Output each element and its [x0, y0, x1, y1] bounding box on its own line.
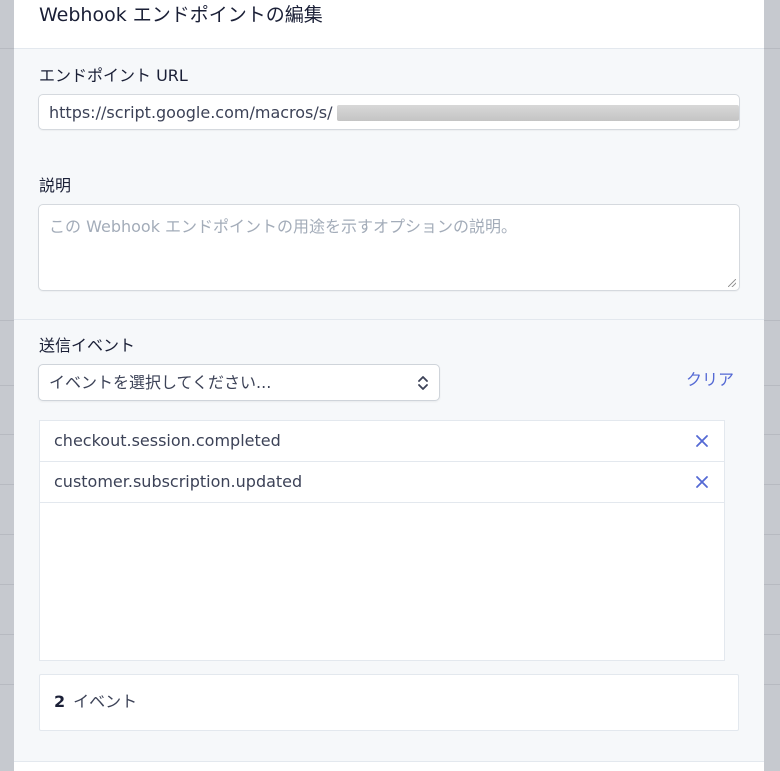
clear-events-button[interactable]: クリア [686, 366, 734, 390]
event-row: customer.subscription.updated [40, 462, 724, 503]
description-placeholder: この Webhook エンドポイントの用途を示すオプションの説明。 [49, 217, 518, 236]
event-select-placeholder: イベントを選択してください... [49, 373, 272, 392]
redacted-url-segment [337, 105, 739, 121]
endpoint-url-label: エンドポイント URL [39, 66, 188, 85]
event-count: 2 イベント [39, 674, 739, 731]
endpoint-url-input[interactable]: https://script.google.com/macros/s/ [38, 94, 740, 130]
event-count-suffix: イベント [73, 692, 138, 711]
edit-webhook-modal: Webhook エンドポイントの編集 エンドポイント URL https://s… [14, 0, 764, 771]
section-divider [14, 319, 764, 320]
chevron-up-down-icon [418, 376, 428, 390]
modal-header: Webhook エンドポイントの編集 [14, 0, 764, 49]
endpoint-url-value: https://script.google.com/macros/s/ [49, 103, 333, 122]
resize-handle-icon[interactable] [728, 279, 736, 287]
modal-title: Webhook エンドポイントの編集 [39, 4, 323, 26]
event-count-number: 2 [54, 692, 66, 711]
event-select[interactable]: イベントを選択してください... [38, 364, 440, 401]
selected-events-list: checkout.session.completed customer.subs… [39, 420, 725, 661]
description-label: 説明 [39, 176, 72, 195]
event-name: checkout.session.completed [54, 431, 281, 450]
events-label: 送信イベント [39, 336, 136, 355]
event-name: customer.subscription.updated [54, 472, 303, 491]
modal-footer [14, 762, 764, 771]
close-icon[interactable] [695, 434, 709, 448]
close-icon[interactable] [695, 475, 709, 489]
description-textarea[interactable]: この Webhook エンドポイントの用途を示すオプションの説明。 [38, 204, 740, 291]
event-row: checkout.session.completed [40, 421, 724, 462]
